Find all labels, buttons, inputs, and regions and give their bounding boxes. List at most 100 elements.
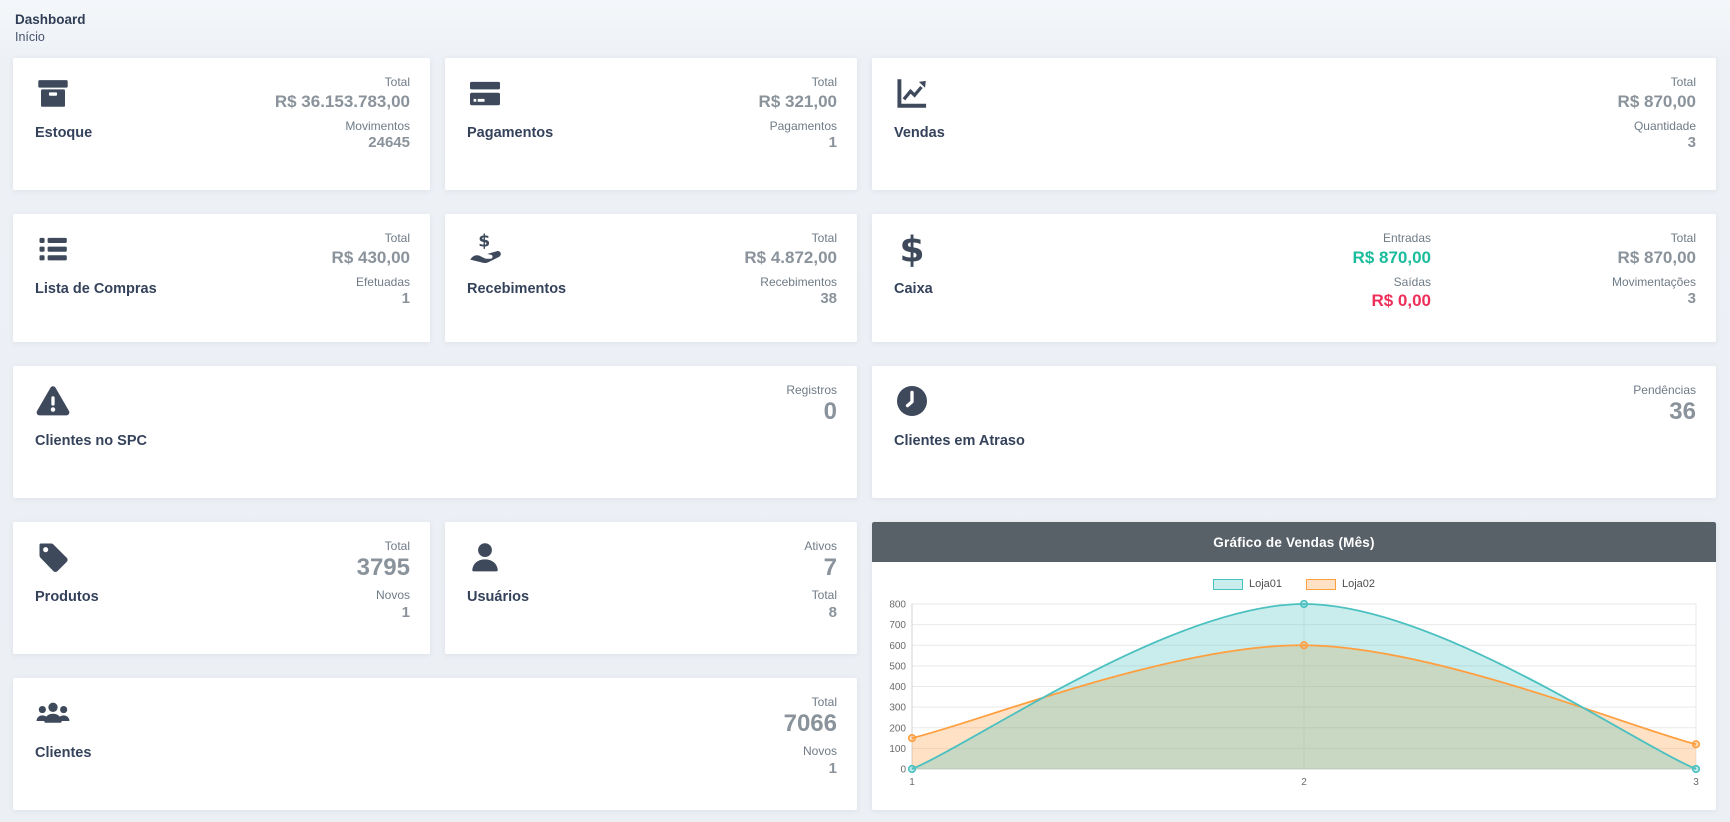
svg-text:400: 400 [889,682,906,693]
metric-value: 3795 [357,555,410,581]
chart-line-icon [894,75,930,111]
metric-label: Novos [784,744,837,760]
user-icon [467,539,503,575]
card-title: Estoque [35,125,92,141]
metric-label: Registros [786,383,837,399]
card-metrics-total: Total R$ 870,00 Movimentações 3 [1431,231,1696,328]
card-metrics: Total 7066 Novos 1 [784,695,837,796]
card-metrics: Ativos 7 Total 8 [804,539,837,640]
svg-text:$: $ [478,231,490,251]
page-title: Dashboard [15,12,1717,27]
metric-value-entradas: R$ 870,00 [1353,247,1431,268]
card-title: Vendas [894,125,945,141]
metric-label: Pagamentos [759,119,837,135]
metric-value: 3 [1431,290,1696,309]
metric-value: R$ 321,00 [759,91,837,112]
metric-value: 3 [1618,134,1696,153]
card-metrics: Total R$ 36.153.783,00 Movimentos 24645 [275,75,410,176]
card-lista-de-compras: Lista de Compras Total R$ 430,00 Efetuad… [13,214,430,342]
legend-item-loja02[interactable]: Loja02 [1306,578,1375,590]
metric-value: 24645 [275,134,410,153]
metric-value: 1 [784,760,837,779]
sales-area-chart: 0100200300400500600700800123 [882,598,1706,798]
card-title: Lista de Compras [35,281,157,297]
metric-label: Movimentos [275,119,410,135]
svg-text:500: 500 [889,661,906,672]
metric-value: 1 [332,290,410,309]
credit-card-icon [467,75,503,111]
breadcrumb-home-link[interactable]: Início [15,30,1717,44]
metric-label: Total [804,588,837,604]
card-metrics: Pendências 36 [1633,383,1696,484]
breadcrumb: Dashboard Início [13,12,1717,44]
card-title: Pagamentos [467,125,553,141]
cards-grid: Estoque Total R$ 36.153.783,00 Movimento… [13,58,1717,810]
dollar-sign-icon: $ [894,231,930,267]
tag-icon [35,539,71,575]
metric-value: R$ 870,00 [1431,247,1696,268]
metric-value: R$ 430,00 [332,247,410,268]
dashboard-page: Dashboard Início Estoque Total R$ 36.153… [0,0,1730,822]
metric-label: Total [1431,231,1696,247]
card-title: Recebimentos [467,281,566,297]
chart-title: Gráfico de Vendas (Mês) [872,522,1716,562]
metric-label: Quantidade [1618,119,1696,135]
card-title: Caixa [894,281,933,297]
metric-value: R$ 870,00 [1618,91,1696,112]
metric-value: R$ 4.872,00 [744,247,837,268]
metric-value: 1 [759,134,837,153]
card-metrics: Total R$ 4.872,00 Recebimentos 38 [744,231,837,328]
svg-text:700: 700 [889,620,906,631]
metric-label: Entradas [1353,231,1431,247]
hand-holding-dollar-icon: $ [467,231,503,267]
card-clientes-no-spc: Clientes no SPC Registros 0 [13,366,857,498]
legend-label: Loja02 [1342,578,1375,590]
legend-swatch-loja01 [1213,579,1243,590]
metric-label: Total [357,539,410,555]
metric-label: Saídas [1353,275,1431,291]
chart-legend: Loja01 Loja02 [882,572,1706,596]
svg-text:200: 200 [889,723,906,734]
card-title: Clientes [35,745,91,761]
metric-value: 7066 [784,711,837,737]
card-title: Usuários [467,589,529,605]
card-metrics-flow: Entradas R$ 870,00 Saídas R$ 0,00 [1353,231,1431,328]
clock-icon [894,383,930,419]
card-metrics: Total R$ 870,00 Quantidade 3 [1618,75,1696,176]
metric-label: Movimentações [1431,275,1696,291]
metric-value: 38 [744,290,837,309]
svg-text:2: 2 [1301,777,1307,788]
archive-box-icon [35,75,71,111]
card-estoque: Estoque Total R$ 36.153.783,00 Movimento… [13,58,430,190]
card-usuarios: Usuários Ativos 7 Total 8 [445,522,857,654]
svg-text:300: 300 [889,703,906,714]
card-metrics: Total R$ 430,00 Efetuadas 1 [332,231,410,328]
metric-value: 1 [357,604,410,623]
metric-label: Pendências [1633,383,1696,399]
card-title: Clientes no SPC [35,433,147,449]
svg-text:600: 600 [889,641,906,652]
metric-value: R$ 36.153.783,00 [275,91,410,112]
metric-value: 7 [804,555,837,581]
svg-text:100: 100 [889,744,906,755]
metric-label: Total [275,75,410,91]
users-icon [35,695,71,731]
metric-label: Total [784,695,837,711]
warning-triangle-icon [35,383,71,419]
card-recebimentos: $ Recebimentos Total R$ 4.872,00 Recebim… [445,214,857,342]
svg-text:800: 800 [889,600,906,611]
metric-label: Ativos [804,539,837,555]
legend-item-loja01[interactable]: Loja01 [1213,578,1282,590]
card-title: Produtos [35,589,99,605]
metric-label: Novos [357,588,410,604]
card-produtos: Produtos Total 3795 Novos 1 [13,522,430,654]
legend-label: Loja01 [1249,578,1282,590]
svg-text:0: 0 [900,765,906,776]
svg-text:1: 1 [909,777,915,788]
card-caixa: $ Caixa Entradas R$ 870,00 Saídas R$ 0,0… [872,214,1716,342]
card-metrics: Registros 0 [786,383,837,484]
list-icon [35,231,71,267]
metric-value: 0 [786,399,837,425]
card-pagamentos: Pagamentos Total R$ 321,00 Pagamentos 1 [445,58,857,190]
legend-swatch-loja02 [1306,579,1336,590]
